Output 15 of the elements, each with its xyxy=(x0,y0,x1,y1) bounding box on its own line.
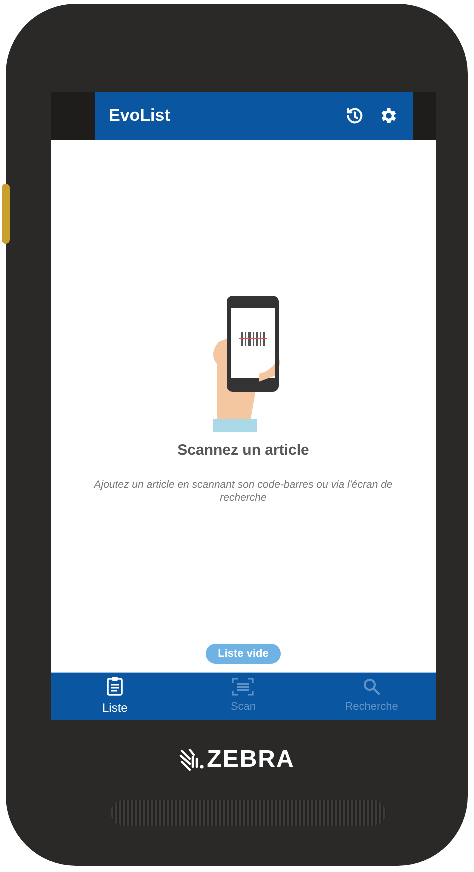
scan-frame-icon xyxy=(232,678,254,696)
search-icon xyxy=(362,678,381,696)
clipboard-icon xyxy=(106,676,124,696)
nav-tab[interactable]: Recherche xyxy=(308,673,436,720)
history-icon[interactable] xyxy=(345,106,365,126)
nav-tab[interactable]: Scan xyxy=(179,673,308,720)
app-title: EvoList xyxy=(109,105,172,128)
side-button-drawing xyxy=(2,184,10,244)
nav-tab[interactable]: Liste xyxy=(51,673,180,720)
brand-name: ZEBRA xyxy=(207,745,295,775)
empty-state-title: Scannez un article xyxy=(178,441,310,461)
empty-state-description: Ajoutez un article en scannant son code-barres ou via l'écran de recherche xyxy=(92,478,394,504)
brand-logo-icon xyxy=(179,747,206,773)
settings-icon[interactable] xyxy=(379,106,399,126)
status-badge: Liste vide xyxy=(206,644,281,664)
